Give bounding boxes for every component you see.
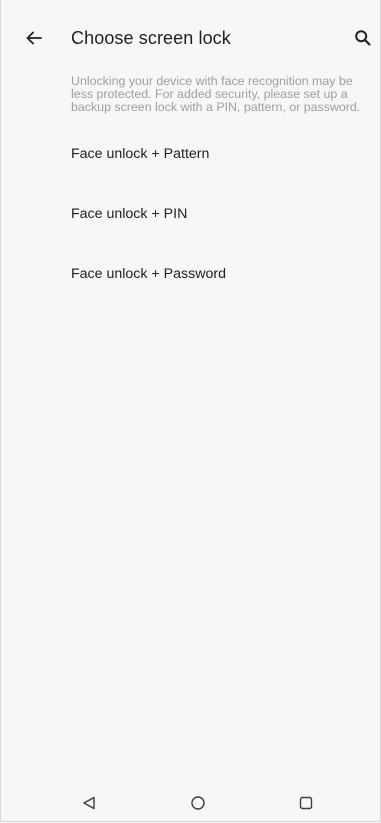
square-recents-icon	[299, 796, 313, 810]
option-face-unlock-pin[interactable]: Face unlock + PIN	[1, 184, 381, 244]
page-title: Choose screen lock	[71, 28, 231, 48]
option-label: Face unlock + PIN	[71, 206, 188, 222]
search-icon	[355, 30, 371, 46]
back-button[interactable]	[21, 25, 47, 51]
nav-back-button[interactable]	[71, 789, 107, 817]
nav-recents-button[interactable]	[288, 789, 324, 817]
screen: Choose screen lock Unlocking your device…	[0, 0, 381, 822]
nav-home-button[interactable]	[180, 789, 216, 817]
system-navigation-bar	[1, 783, 381, 823]
option-label: Face unlock + Password	[71, 266, 226, 282]
screen-lock-options-list: Face unlock + Pattern Face unlock + PIN …	[1, 124, 381, 304]
search-button[interactable]	[350, 25, 376, 51]
triangle-back-icon	[83, 796, 95, 810]
option-label: Face unlock + Pattern	[71, 146, 210, 162]
face-unlock-warning-text: Unlocking your device with face recognit…	[71, 74, 361, 114]
app-bar: Choose screen lock	[1, 0, 381, 72]
option-face-unlock-password[interactable]: Face unlock + Password	[1, 244, 381, 304]
arrow-left-icon	[26, 31, 42, 45]
option-face-unlock-pattern[interactable]: Face unlock + Pattern	[1, 124, 381, 184]
circle-home-icon	[191, 796, 205, 810]
